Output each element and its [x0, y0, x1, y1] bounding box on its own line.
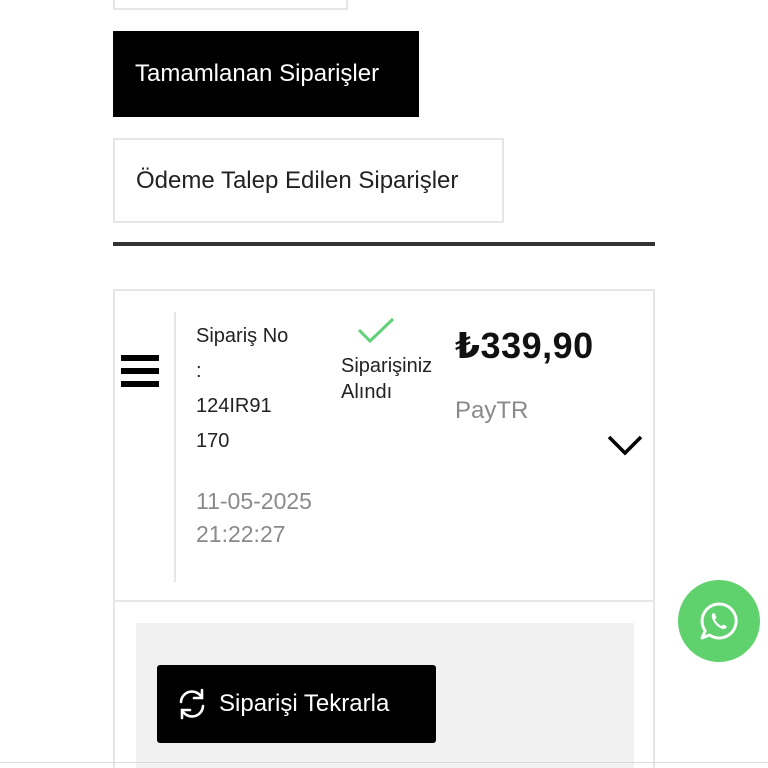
bottom-border [0, 762, 768, 763]
order-detail-panel: Siparişi Tekrarla [113, 602, 655, 768]
payment-requested-orders-button[interactable]: Ödeme Talep Edilen Siparişler [113, 138, 504, 223]
section-divider [113, 242, 655, 246]
completed-orders-button[interactable]: Tamamlanan Siparişler [113, 31, 419, 117]
reorder-button[interactable]: Siparişi Tekrarla [157, 665, 436, 743]
order-date: 11-05-2025 21:22:27 [196, 488, 312, 547]
previous-filter-button[interactable] [113, 0, 348, 10]
chevron-down-icon[interactable] [605, 431, 645, 461]
whatsapp-icon [700, 602, 738, 640]
reorder-label: Siparişi Tekrarla [219, 690, 390, 717]
order-status: Siparişiniz Alındı [341, 355, 433, 403]
whatsapp-button[interactable] [678, 580, 760, 662]
order-price: ₺339,90 [455, 325, 594, 366]
order-card: Sipariş No : 124IR91170 11-05-2025 21:22… [113, 289, 655, 602]
check-icon [357, 317, 395, 344]
completed-orders-label: Tamamlanan Siparişler [135, 60, 380, 87]
hamburger-icon[interactable] [121, 355, 159, 389]
payment-requested-orders-label: Ödeme Talep Edilen Siparişler [136, 166, 459, 194]
order-number-value: 124IR91170 [196, 395, 272, 452]
refresh-icon [179, 688, 205, 720]
payment-method: PayTR [455, 397, 529, 424]
order-card-separator [174, 312, 176, 582]
order-number-label: Sipariş No : [196, 325, 289, 382]
order-actions-area: Siparişi Tekrarla [136, 623, 634, 768]
